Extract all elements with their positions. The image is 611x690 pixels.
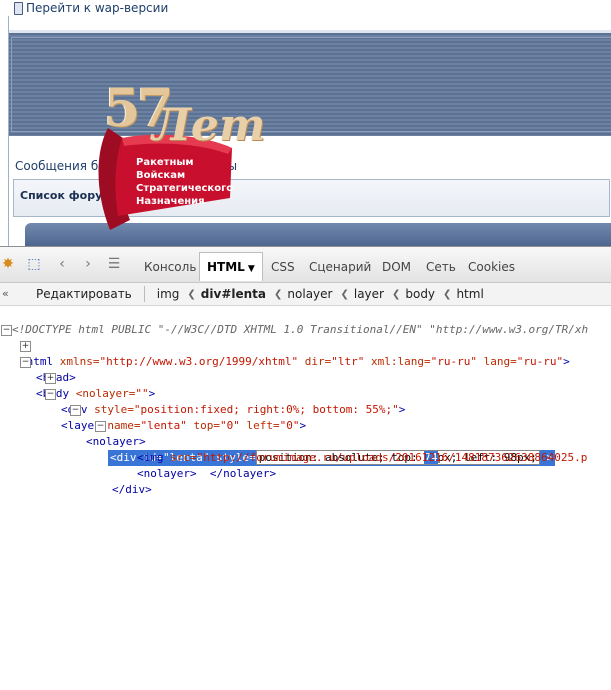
tab-css[interactable]: CSS [264, 253, 302, 281]
chevron-left-icon: ❮ [391, 288, 401, 300]
collapse-toggle-icon[interactable]: − [45, 389, 56, 400]
banner-line: Войскам [136, 170, 186, 181]
collapse-toggle-icon[interactable]: − [1, 325, 12, 336]
crumb-div-lenta[interactable]: ❮ div#lenta [179, 287, 266, 301]
breadcrumb: « Редактировать img ❮ div#lenta ❮ nolayer … [0, 283, 611, 306]
firebug-toolbar: ✸ ⬚ ‹ › ☰ Консоль HTML ▼ CSS Сценарий DOM… [0, 247, 611, 283]
banner-line: Стратегического [136, 183, 234, 194]
banner-line: Ракетным [136, 157, 194, 168]
crumb-label: div#lenta [200, 287, 267, 301]
chevron-down-icon: ▼ [247, 264, 255, 274]
inspect-element-icon[interactable]: ⬚ [26, 256, 42, 272]
tree-node-img[interactable]: <img src="http://forumimage.ru/uploads/2… [0, 434, 611, 464]
collapse-toggle-icon[interactable]: − [20, 357, 31, 368]
banner-word: Лет [152, 100, 266, 151]
chevron-left-icon: ❮ [187, 288, 196, 300]
html-tree: <!DOCTYPE html PUBLIC "-//W3C//DTD XHTML… [0, 306, 611, 496]
wap-version-link-label: Перейти к wap-версии [26, 1, 169, 15]
tab-net[interactable]: Сеть [419, 253, 463, 281]
crumb-layer[interactable]: ❮ layer [332, 287, 384, 301]
crumb-body[interactable]: ❮ body [384, 287, 435, 301]
tree-node-html[interactable]: − <html xmlns="http://www.w3.org/1999/xh… [0, 322, 611, 368]
tab-dom[interactable]: DOM [375, 253, 418, 281]
tree-node-div-lenta-selected[interactable]: − <div id="lenta" style= position: absolu… [0, 418, 611, 466]
wap-version-link[interactable]: Перейти к wap-версии [14, 1, 168, 15]
forum-page: Перейти к wap-версии Сообщения бемы Спис… [0, 0, 611, 246]
tree-node-nolayer[interactable]: − <nolayer> [0, 402, 611, 448]
crumb-label: html [456, 287, 484, 301]
tab-html[interactable]: HTML ▼ [199, 252, 263, 281]
crumb-label: layer [353, 287, 384, 301]
chevron-left-icon: ❮ [340, 288, 349, 300]
toolbar-separator [143, 286, 145, 302]
edit-button[interactable]: Редактировать [36, 287, 132, 301]
tab-script[interactable]: Сценарий [302, 253, 378, 281]
tree-node-nolayer-inner[interactable]: <nolayer> </nolayer> [0, 450, 611, 480]
expand-toggle-icon[interactable]: + [20, 341, 31, 352]
expand-toggle-icon[interactable]: + [45, 373, 56, 384]
crumb-html[interactable]: ❮ html [435, 287, 484, 301]
tree-node-layer[interactable]: − <layer name="lenta" top="0" left="0"> [0, 386, 611, 432]
firebug-panel: ✸ ⬚ ‹ › ☰ Консоль HTML ▼ CSS Сценарий DOM… [0, 246, 611, 496]
mobile-phone-icon [14, 1, 23, 15]
tab-html-label: HTML [207, 260, 245, 274]
tree-node-div[interactable]: + <div style="position:fixed; right:0%; … [0, 370, 611, 416]
banner-caption: Ракетным Войскам Стратегического Назначе… [136, 156, 233, 208]
anniversary-banner: 57 Лет Ракетным Войскам Стратегического … [92, 78, 265, 240]
collapse-toggle-icon[interactable]: − [95, 421, 106, 432]
crumb-label: img [156, 287, 180, 301]
crumb-img[interactable]: img [157, 287, 180, 301]
chevron-left-icon: ❮ [443, 288, 452, 300]
expand-all-icon[interactable]: ☰ [106, 256, 122, 272]
firebug-icon[interactable]: ✸ [0, 256, 16, 272]
crumb-label: nolayer [287, 287, 333, 301]
scroll-left-icon[interactable]: « [2, 287, 9, 300]
chevron-left-icon: ❮ [274, 288, 283, 300]
forward-arrow-icon[interactable]: › [80, 256, 96, 272]
tag-close: </div> [112, 483, 152, 496]
tree-node-head[interactable]: + <head> [0, 338, 611, 384]
back-arrow-icon[interactable]: ‹ [54, 256, 70, 272]
crumb-nolayer[interactable]: ❮ nolayer [266, 287, 332, 301]
tree-node-doctype[interactable]: <!DOCTYPE html PUBLIC "-//W3C//DTD XHTML… [0, 306, 611, 336]
tree-node-body[interactable]: − <body <nolayer=""> [0, 354, 611, 400]
collapse-toggle-icon[interactable]: − [70, 405, 81, 416]
tab-cookies[interactable]: Cookies [461, 253, 522, 281]
banner-line: Назначения [136, 196, 205, 207]
crumb-label: body [405, 287, 436, 301]
tab-console[interactable]: Консоль [137, 253, 203, 281]
